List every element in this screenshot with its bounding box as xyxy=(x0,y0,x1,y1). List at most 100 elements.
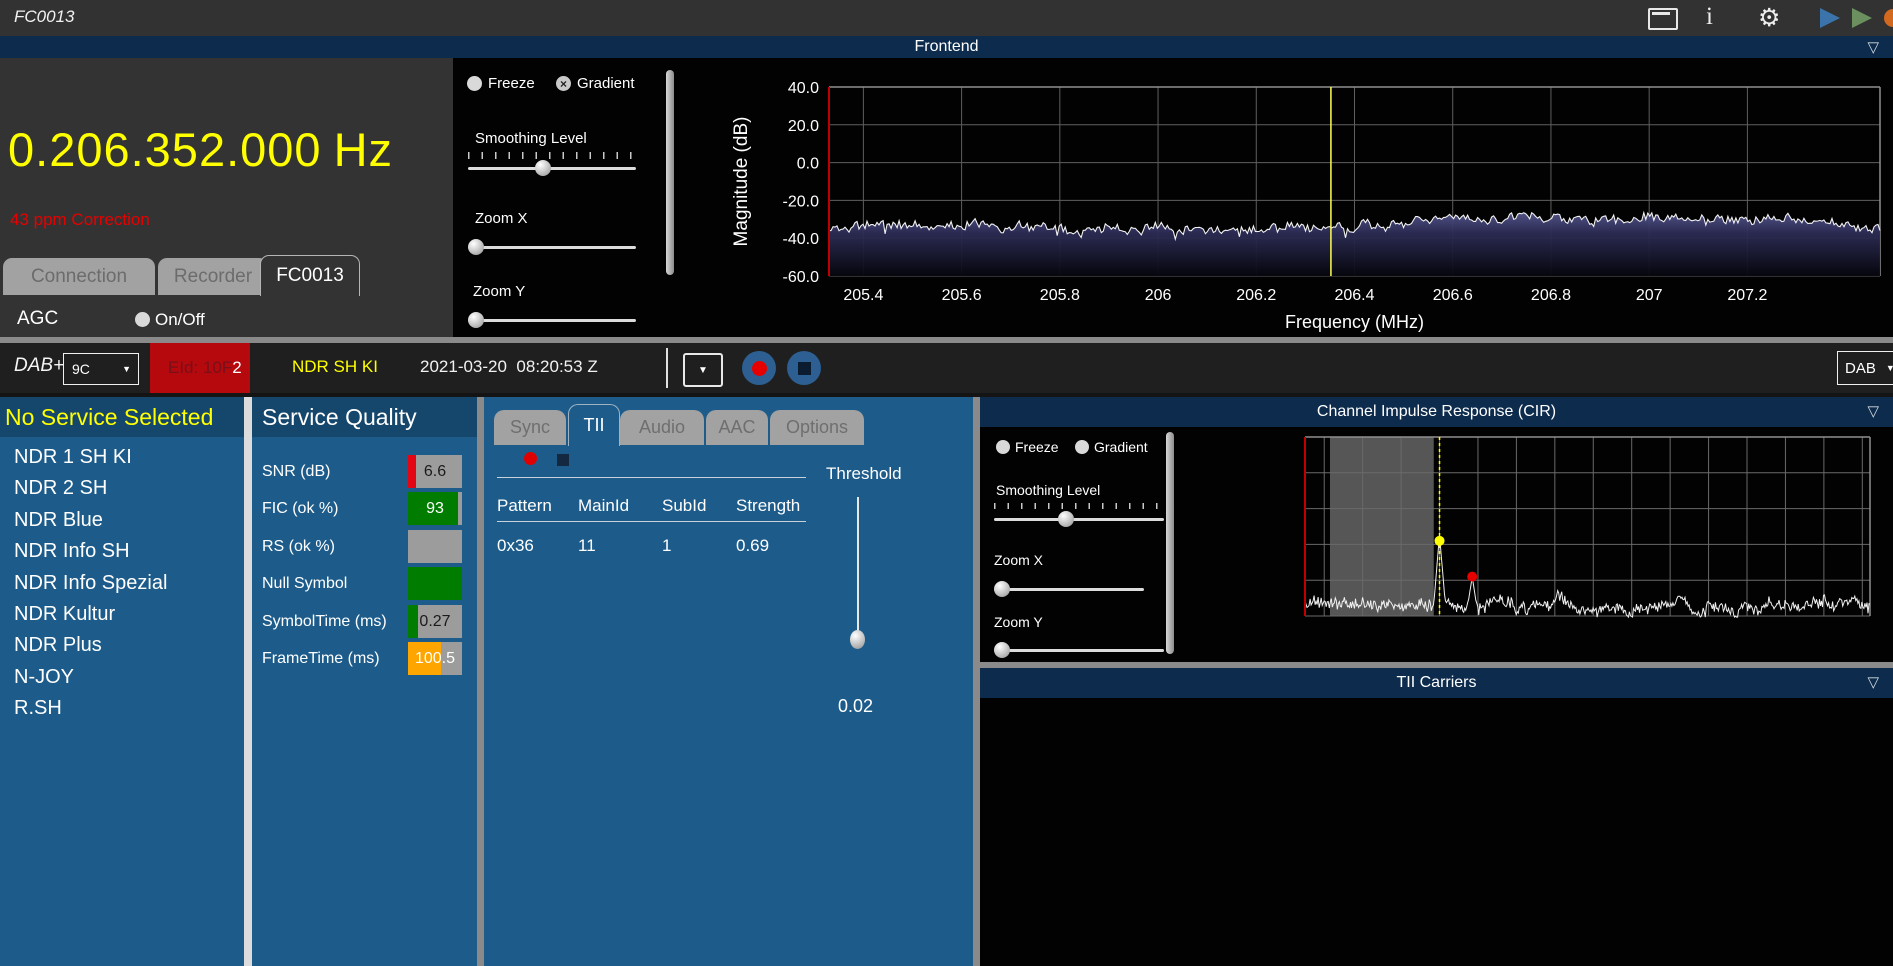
tii-table-column-header: Pattern xyxy=(497,496,552,515)
agc-label: AGC xyxy=(17,308,59,329)
agc-toggle-label: On/Off xyxy=(155,310,205,329)
output-mode-select[interactable]: DAB ▼ xyxy=(1837,351,1893,385)
quality-value: 93 xyxy=(426,499,444,517)
svg-text:205.8: 205.8 xyxy=(1040,287,1080,304)
cir-gradient-radio[interactable] xyxy=(1075,440,1089,454)
frontend-collapse-icon[interactable]: ▽ xyxy=(1867,38,1879,56)
svg-text:206.4: 206.4 xyxy=(1334,287,1374,304)
cir-freeze-radio[interactable] xyxy=(996,440,1010,454)
tab-fc0013[interactable]: FC0013 xyxy=(260,255,360,296)
tii-table-cell: 0.69 xyxy=(736,536,770,555)
tab-audio[interactable]: Audio xyxy=(620,410,704,445)
splitter[interactable] xyxy=(244,397,252,966)
svg-text:20.0: 20.0 xyxy=(788,118,819,135)
svg-text:206.6: 206.6 xyxy=(1433,287,1473,304)
cir-collapse-icon[interactable]: ▽ xyxy=(1867,402,1879,420)
frontend-controls-scrollbar[interactable] xyxy=(666,70,674,275)
cir-zoomx-thumb[interactable] xyxy=(994,581,1010,597)
tab-sync[interactable]: Sync xyxy=(494,410,566,445)
frontend-zoomx-track[interactable] xyxy=(468,246,636,249)
cir-smoothing-thumb[interactable] xyxy=(1058,511,1074,527)
chevron-down-icon: ▼ xyxy=(698,364,708,376)
splitter[interactable] xyxy=(973,397,980,966)
service-list-panel: No Service Selected NDR 1 SH KI NDR 2 SH N… xyxy=(0,397,249,966)
orange-partial-icon[interactable] xyxy=(1884,9,1893,27)
play-green-icon[interactable] xyxy=(1852,8,1872,28)
app-window: FC0013 i ⚙ Frontend ▽ 0.206.352.000 Hz 43… xyxy=(0,0,1893,966)
frontend-zoomy-label: Zoom Y xyxy=(473,283,526,300)
frontend-zoomx-thumb[interactable] xyxy=(468,239,484,255)
splitter[interactable] xyxy=(477,397,484,966)
svg-text:207: 207 xyxy=(1636,287,1663,304)
info-icon[interactable]: i xyxy=(1706,3,1713,31)
svg-text:-40.0: -40.0 xyxy=(783,231,820,248)
cir-smoothing-track[interactable] xyxy=(994,518,1164,521)
frontend-smoothing-thumb[interactable] xyxy=(535,160,551,176)
tab-aac[interactable]: AAC xyxy=(706,410,768,445)
ensemble-label: NDR SH KI xyxy=(292,357,378,376)
tii-table-cell: 0x36 xyxy=(497,536,534,555)
record-button[interactable] xyxy=(742,351,776,385)
quality-row-label: Null Symbol xyxy=(262,575,348,592)
service-list-item[interactable]: N-JOY xyxy=(14,666,74,689)
frontend-gradient-checkbox[interactable]: × xyxy=(556,76,571,91)
service-list-item[interactable]: NDR Kultur xyxy=(14,603,115,626)
quality-value: 6.6 xyxy=(423,462,447,480)
frontend-spectrum-chart[interactable]: 40.0 20.0 0.0 -20.0 -40.0 -60.0 205.4 205.6 205.… xyxy=(675,58,1893,337)
quality-value: 100.5 xyxy=(414,649,456,667)
tii-collapse-icon[interactable]: ▽ xyxy=(1867,673,1879,691)
threshold-slider-thumb[interactable] xyxy=(850,630,865,649)
stop-icon xyxy=(797,361,811,375)
window-icon[interactable] xyxy=(1648,8,1678,30)
threshold-value: 0.02 xyxy=(838,696,874,716)
frontend-zoomy-thumb[interactable] xyxy=(468,312,484,328)
eid-badge: EId: 10F 2 xyxy=(150,343,250,393)
service-list-item[interactable]: R.SH xyxy=(14,697,62,720)
tii-table-cell: 11 xyxy=(578,536,596,555)
service-list-item[interactable]: NDR 1 SH KI xyxy=(14,446,132,469)
service-list-item[interactable]: NDR Blue xyxy=(14,509,103,532)
service-list-item[interactable]: NDR Plus xyxy=(14,634,102,657)
svg-text:-20.0: -20.0 xyxy=(783,193,820,210)
tii-table-cell: 1 xyxy=(662,536,672,555)
quality-value-badge: 93 xyxy=(408,492,462,525)
tab-tii[interactable]: TII xyxy=(568,404,620,446)
svg-text:-60.0: -60.0 xyxy=(783,269,820,286)
quality-value-badge xyxy=(408,530,462,563)
service-list-item[interactable]: NDR 2 SH xyxy=(14,477,107,500)
frontend-freeze-radio[interactable] xyxy=(467,76,482,91)
threshold-label: Threshold xyxy=(826,464,902,483)
tii-table-column-header: SubId xyxy=(662,496,707,515)
tab-recorder[interactable]: Recorder xyxy=(158,258,268,295)
frontend-zoomx-label: Zoom X xyxy=(475,210,528,227)
tab-options[interactable]: Options xyxy=(770,410,864,445)
frontend-header-bar: Frontend ▽ xyxy=(0,36,1893,58)
frontend-freeze-label: Freeze xyxy=(488,75,535,92)
channel-select[interactable]: 9C ▼ xyxy=(63,353,139,385)
record-options-dropdown[interactable]: ▼ xyxy=(683,353,723,387)
quality-value-badge: 6.6 xyxy=(408,455,462,488)
tab-connection[interactable]: Connection xyxy=(3,258,155,295)
cir-zoomy-track[interactable] xyxy=(994,649,1164,652)
quality-row-label: RS (ok %) xyxy=(262,538,335,555)
divider xyxy=(666,348,668,388)
cir-chart xyxy=(1304,436,1871,619)
service-list-item[interactable]: NDR Info Spezial xyxy=(14,572,167,595)
frontend-zoomy-track[interactable] xyxy=(468,319,636,322)
svg-text:207.2: 207.2 xyxy=(1727,287,1767,304)
gear-icon[interactable]: ⚙ xyxy=(1758,3,1780,33)
cir-freeze-label: Freeze xyxy=(1015,439,1059,455)
quality-value-badge: 100.5 xyxy=(408,642,462,675)
frontend-smoothing-track[interactable] xyxy=(468,167,636,170)
cir-zoomy-thumb[interactable] xyxy=(994,642,1010,658)
record-icon xyxy=(751,360,767,376)
service-list-item[interactable]: NDR Info SH xyxy=(14,540,130,563)
cir-zoomx-track[interactable] xyxy=(994,588,1144,591)
play-blue-icon[interactable] xyxy=(1820,8,1840,28)
threshold-slider-track[interactable] xyxy=(857,497,859,645)
cir-header-bar: Channel Impulse Response (CIR) ▽ xyxy=(980,397,1893,427)
tii-table-column-header: Strength xyxy=(736,496,801,515)
agc-radio[interactable] xyxy=(135,312,150,327)
cir-controls-scrollbar[interactable] xyxy=(1166,432,1174,654)
stop-button[interactable] xyxy=(787,351,821,385)
